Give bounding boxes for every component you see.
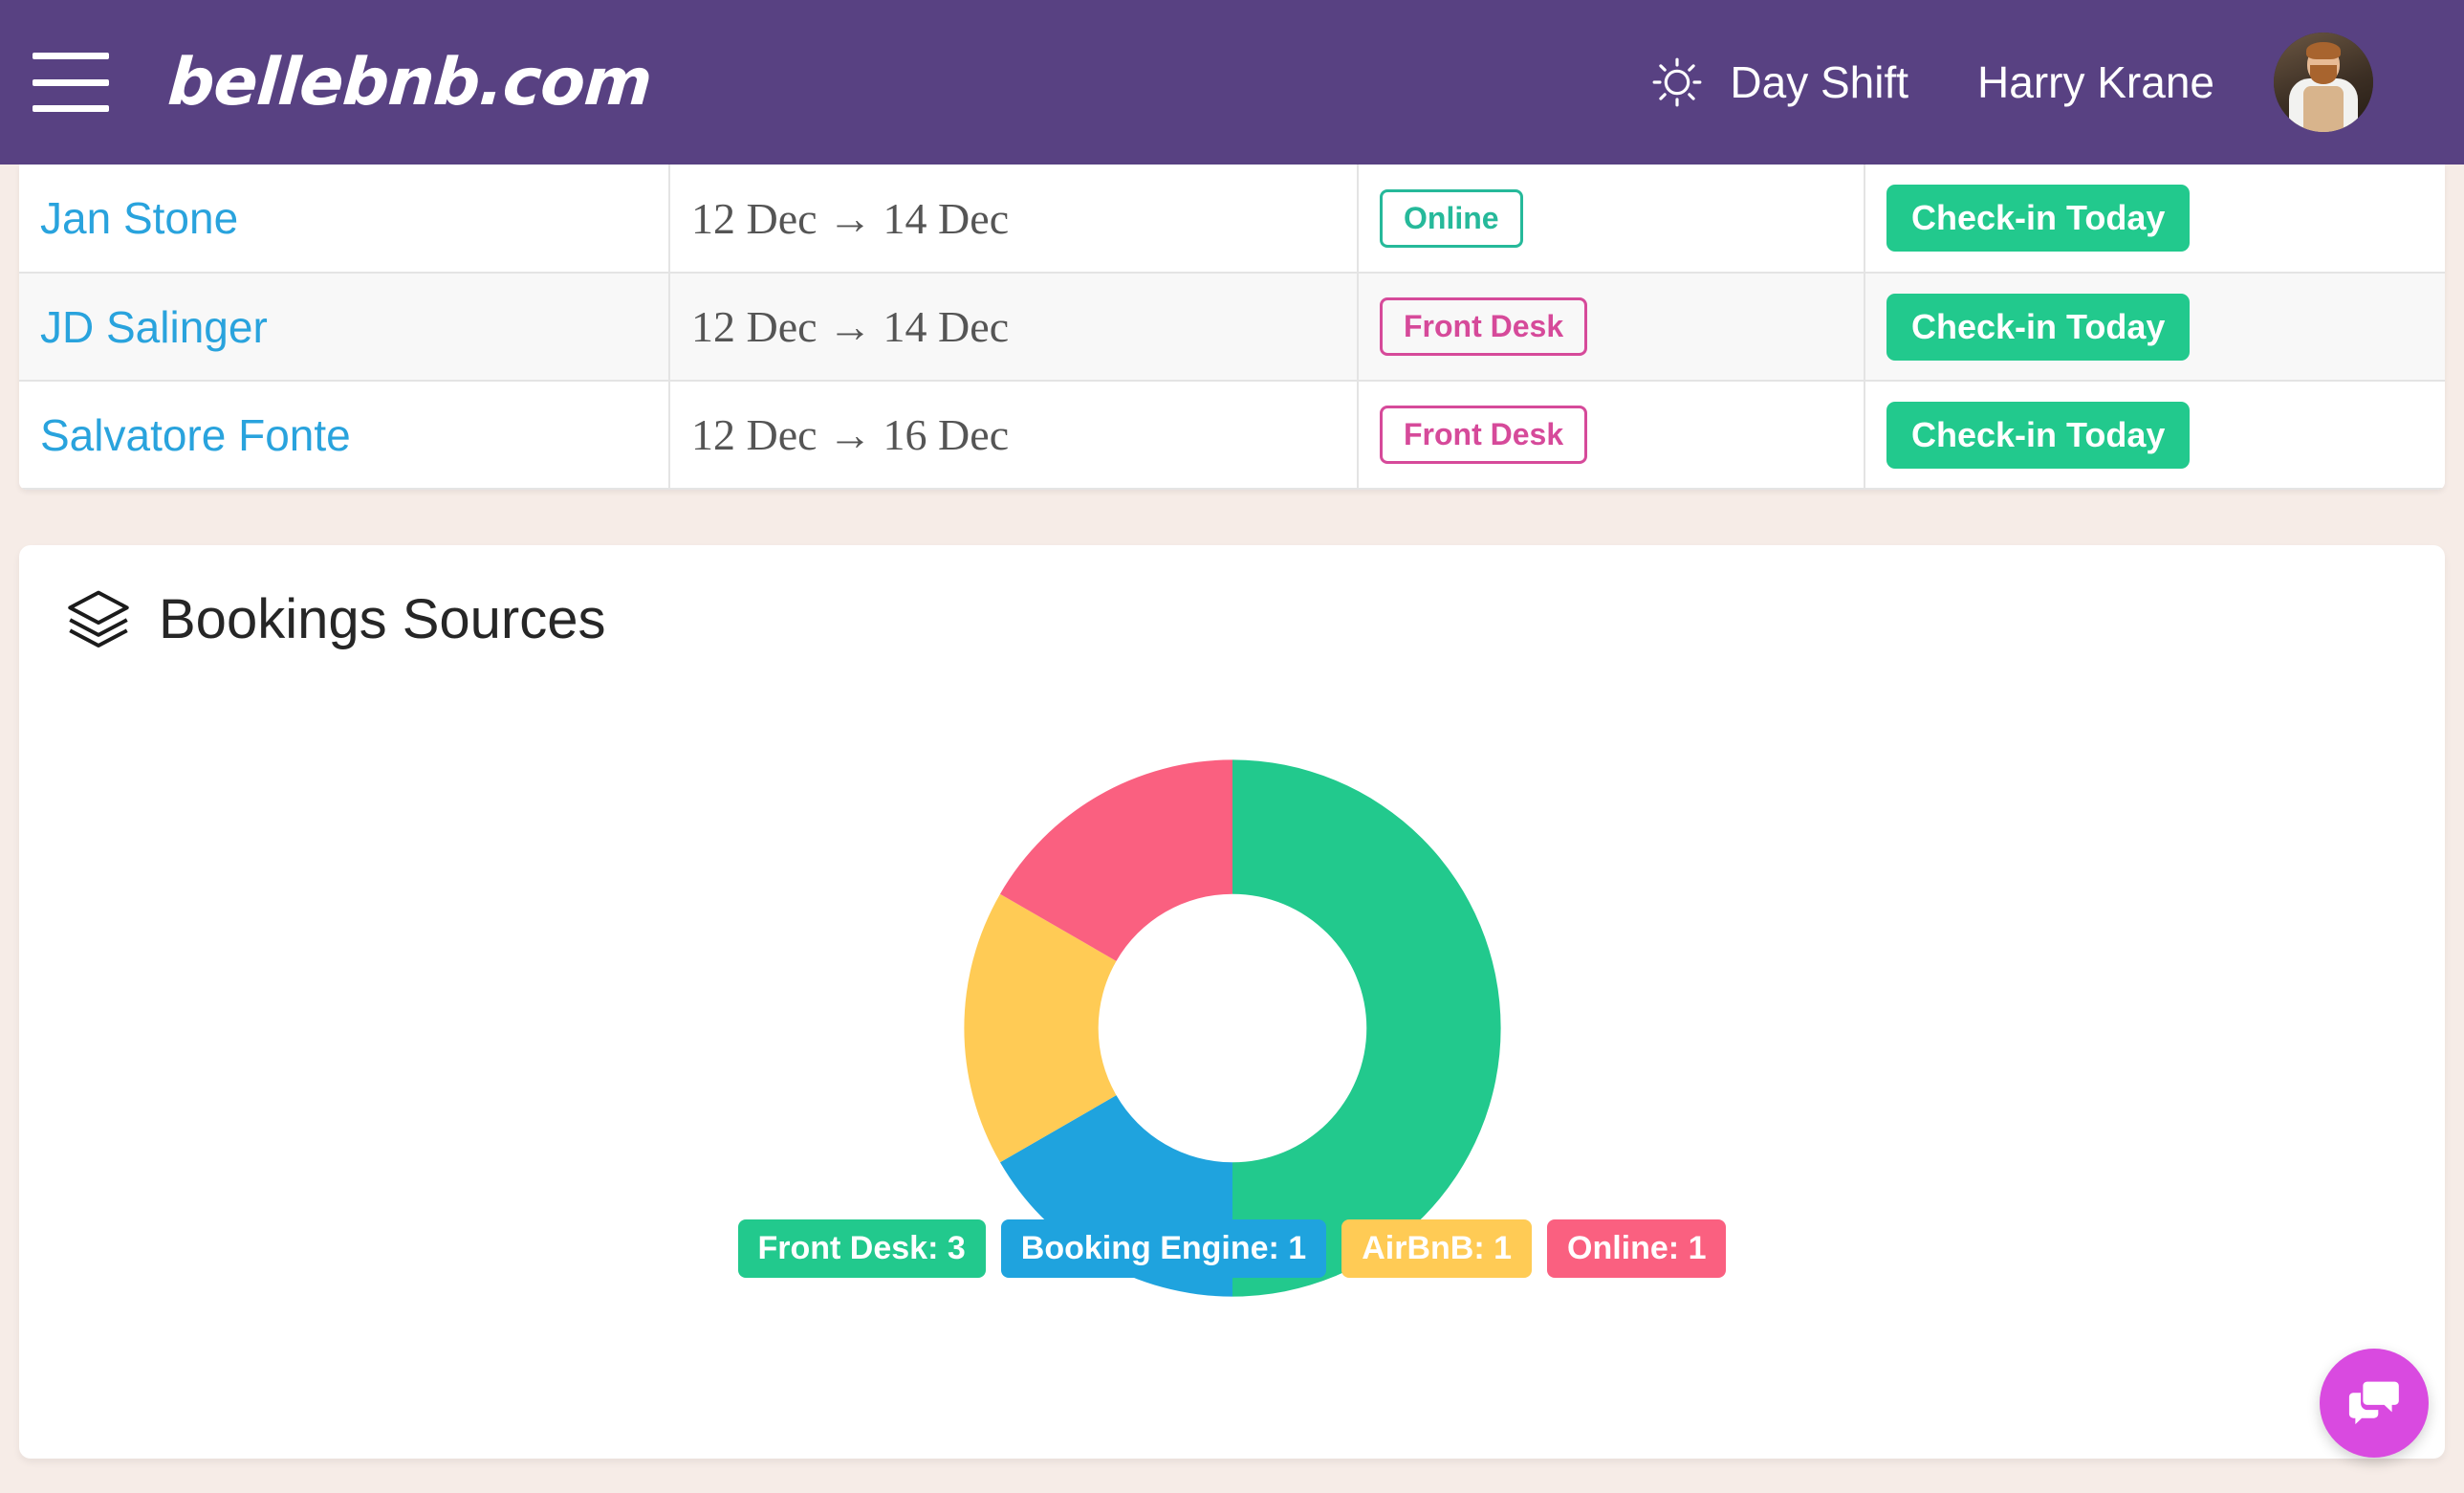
brand-logo[interactable]: bellebnb.com: [165, 45, 654, 121]
app-header: bellebnb.com Day Shift Harry Krane: [0, 0, 2464, 165]
cell-dates: 12 Dec → 14 Dec: [669, 273, 1359, 382]
avatar-hair: [2306, 42, 2341, 59]
hamburger-bar: [33, 105, 109, 112]
cell-guest: JD Salinger: [19, 273, 670, 382]
cell-source: Front Desk: [1358, 273, 1865, 382]
status-badge[interactable]: Front Desk: [1380, 406, 1588, 464]
legend-item-front-desk[interactable]: Front Desk: 3: [737, 1219, 986, 1278]
stay-dates: 12 Dec → 14 Dec: [691, 193, 1010, 243]
cell-source: Front Desk: [1358, 381, 1865, 490]
page-title: Bookings Sources: [159, 587, 606, 650]
day-shift-label: Day Shift: [1730, 57, 1909, 107]
card-header: Bookings Sources: [19, 545, 2445, 652]
cell-dates: 12 Dec → 14 Dec: [669, 165, 1359, 274]
guest-link[interactable]: Salvatore Fonte: [40, 410, 351, 460]
bookings-table-body: Jan Stone 12 Dec → 14 Dec Online Check-i…: [19, 165, 2445, 490]
sun-icon: [1651, 56, 1703, 108]
stay-dates: 12 Dec → 14 Dec: [691, 302, 1010, 351]
legend-item-airbnb[interactable]: AirBnB: 1: [1341, 1219, 1533, 1278]
user-name-label[interactable]: Harry Krane: [1977, 56, 2214, 108]
stay-dates: 12 Dec → 16 Dec: [691, 410, 1010, 459]
bookings-sources-card: Bookings Sources Front Desk: 3 Booking E…: [19, 545, 2445, 1459]
day-shift-button[interactable]: Day Shift: [1651, 56, 1908, 108]
cell-action: Check-in Today: [1864, 273, 2445, 382]
chat-bubbles-icon: [2344, 1372, 2404, 1436]
avatar-apron: [2303, 86, 2344, 132]
avatar[interactable]: [2274, 33, 2373, 132]
bookings-table: Jan Stone 12 Dec → 14 Dec Online Check-i…: [19, 165, 2445, 490]
cell-action: Check-in Today: [1864, 165, 2445, 274]
header-right-group: Day Shift Harry Krane: [1651, 33, 2373, 132]
check-in-today-button[interactable]: Check-in Today: [1886, 293, 2191, 361]
table-row: JD Salinger 12 Dec → 14 Dec Front Desk C…: [19, 273, 2445, 382]
chart-legend: Front Desk: 3 Booking Engine: 1 AirBnB: …: [19, 1219, 2445, 1278]
cell-action: Check-in Today: [1864, 381, 2445, 490]
donut-slice-front-desk[interactable]: [1232, 759, 1501, 1297]
bookings-table-card: Jan Stone 12 Dec → 14 Dec Online Check-i…: [19, 165, 2445, 490]
cell-guest: Jan Stone: [19, 165, 670, 274]
cell-dates: 12 Dec → 16 Dec: [669, 381, 1359, 490]
avatar-beard: [2310, 65, 2337, 84]
hamburger-bar: [33, 53, 109, 59]
chat-widget-button[interactable]: [2320, 1349, 2429, 1458]
status-badge[interactable]: Online: [1380, 188, 1523, 248]
hamburger-bar: [33, 78, 109, 86]
cell-guest: Salvatore Fonte: [19, 381, 670, 490]
guest-link[interactable]: JD Salinger: [40, 302, 268, 352]
guest-link[interactable]: Jan Stone: [40, 193, 238, 243]
hamburger-menu-icon[interactable]: [33, 53, 109, 112]
cell-source: Online: [1358, 165, 1865, 274]
legend-item-booking-engine[interactable]: Booking Engine: 1: [1000, 1219, 1327, 1278]
legend-item-online[interactable]: Online: 1: [1547, 1219, 1727, 1278]
status-badge[interactable]: Front Desk: [1380, 297, 1588, 356]
table-row: Jan Stone 12 Dec → 14 Dec Online Check-i…: [19, 165, 2445, 274]
table-row: Salvatore Fonte 12 Dec → 16 Dec Front De…: [19, 381, 2445, 490]
check-in-today-button[interactable]: Check-in Today: [1886, 185, 2191, 252]
layers-icon: [65, 585, 132, 652]
check-in-today-button[interactable]: Check-in Today: [1886, 401, 2191, 469]
